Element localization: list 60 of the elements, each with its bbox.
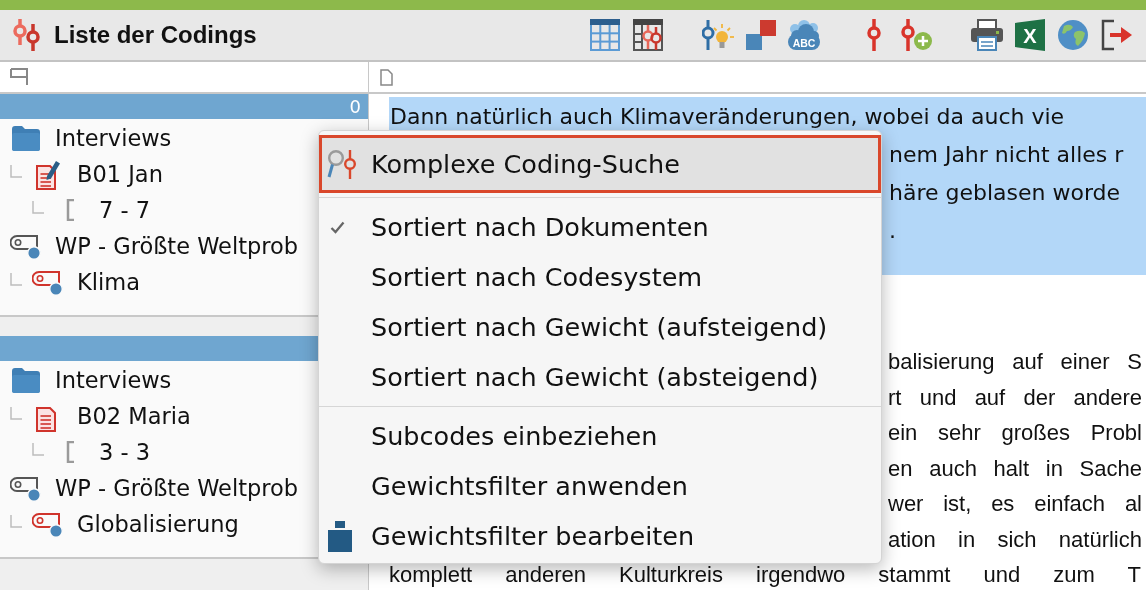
toolbar-button[interactable]: X [1011,15,1049,55]
document-text: wer ist, es einfach al [888,493,1142,515]
document-text: ein sehr großes Probl [888,422,1142,444]
tree-item[interactable]: B02 Maria [77,403,191,429]
menu-item[interactable]: Gewichtsfilter bearbeiten [319,511,881,561]
icon-lettering: ABC [792,37,816,49]
flag-icon [10,68,28,86]
weight-icon [328,520,352,552]
code-marker-icon [867,19,881,51]
search-icon [327,149,357,179]
add-code-marker-icon [901,19,933,51]
table-with-code-markers-icon [633,19,663,51]
checkmark-icon [330,220,345,234]
tree-connector-line [32,443,44,456]
printer-icon [971,19,1003,51]
toolbar-button[interactable]: ABC [785,15,823,55]
icon-lettering: X [1023,25,1037,47]
document-text: ation in sich natürlich [888,528,1142,551]
menu-item[interactable]: Gewichtsfilter anwenden [319,461,881,511]
tree-item[interactable]: Interviews [55,367,172,393]
document-text: balisierung auf einer S [888,351,1142,373]
document-text: häre geblasen worde [889,180,1121,206]
tree-item[interactable]: B01 Jan [77,161,163,187]
tree-item[interactable]: Interviews [55,125,172,151]
document-text: nem Jahr nicht alles r [889,142,1124,168]
tree-connector-line [32,201,44,214]
tree-item[interactable]: 7 - 7 [99,197,151,223]
folder-icon [12,367,40,393]
tree-connector-line [10,515,22,528]
segment-bracket-icon [65,441,75,463]
document-text: Dann natürlich auch Klimaveränderungen, wobei da auch vie [390,104,1065,130]
document-text: en auch halt in Sache [888,457,1142,480]
tree-connector-line [10,407,22,420]
menu-item[interactable]: Sortiert nach Codesystem [319,252,881,302]
tree-connector-line [10,273,22,286]
folder-icon [12,125,40,151]
document-text: komplett anderen Kulturkreis irgendwo stammt und zum T [389,564,1141,586]
tree-item[interactable]: 3 - 3 [99,439,151,465]
code-marker-lightbulb-icon [702,19,734,51]
window-title: Liste der Codings [54,21,257,49]
document-text: rt und auf der andere [888,386,1142,409]
menu-item[interactable]: Sortiert nach Gewicht (aufsteigend) [319,302,881,352]
menu-item[interactable]: Komplexe Coding-Suche [319,135,881,193]
coding-count: 0 [349,96,361,117]
tree-item[interactable]: Klima [77,269,140,295]
code-markers-icon [13,19,41,51]
tree-item[interactable]: WP - Größte Weltprob [55,233,299,259]
globe-icon [1058,20,1088,50]
document-icon [380,68,393,86]
menu-item[interactable]: Sortiert nach Dokumenten [319,202,881,252]
menu-item[interactable]: Subcodes einbeziehen [319,411,881,461]
segment-bracket-icon [65,199,75,221]
exit-icon [1100,19,1132,51]
table-icon [590,19,620,51]
menu-item[interactable]: Sortiert nach Gewicht (absteigend) [319,352,881,402]
document-text: . [889,218,896,244]
overlapping-squares-icon [746,20,776,50]
tree-item[interactable]: Globalisierung [77,511,239,537]
tree-connector-line [10,165,22,178]
tree-item[interactable]: WP - Größte Weltprob [55,475,299,501]
